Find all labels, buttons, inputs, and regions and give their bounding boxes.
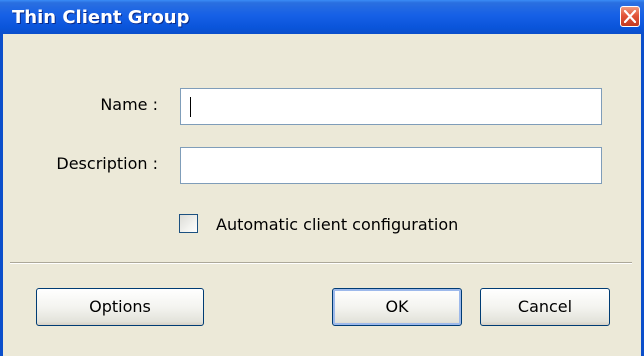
description-field[interactable] bbox=[180, 147, 602, 184]
close-button[interactable] bbox=[620, 6, 640, 27]
window-frame-left bbox=[0, 34, 3, 356]
name-field[interactable] bbox=[180, 88, 602, 125]
description-label: Description : bbox=[56, 154, 158, 173]
auto-config-checkbox[interactable] bbox=[179, 214, 198, 233]
auto-config-label[interactable]: Automatic client configuration bbox=[216, 215, 458, 234]
ok-button[interactable]: OK bbox=[332, 288, 462, 326]
options-button[interactable]: Options bbox=[36, 288, 204, 326]
text-caret bbox=[190, 97, 191, 117]
title-bar[interactable]: Thin Client Group bbox=[0, 0, 644, 34]
separator bbox=[10, 262, 632, 264]
close-icon bbox=[624, 10, 636, 23]
cancel-button[interactable]: Cancel bbox=[480, 288, 610, 326]
name-label: Name : bbox=[100, 95, 158, 114]
window-title: Thin Client Group bbox=[12, 7, 190, 28]
dialog-window: Thin Client Group Name : Description : A… bbox=[0, 0, 644, 356]
